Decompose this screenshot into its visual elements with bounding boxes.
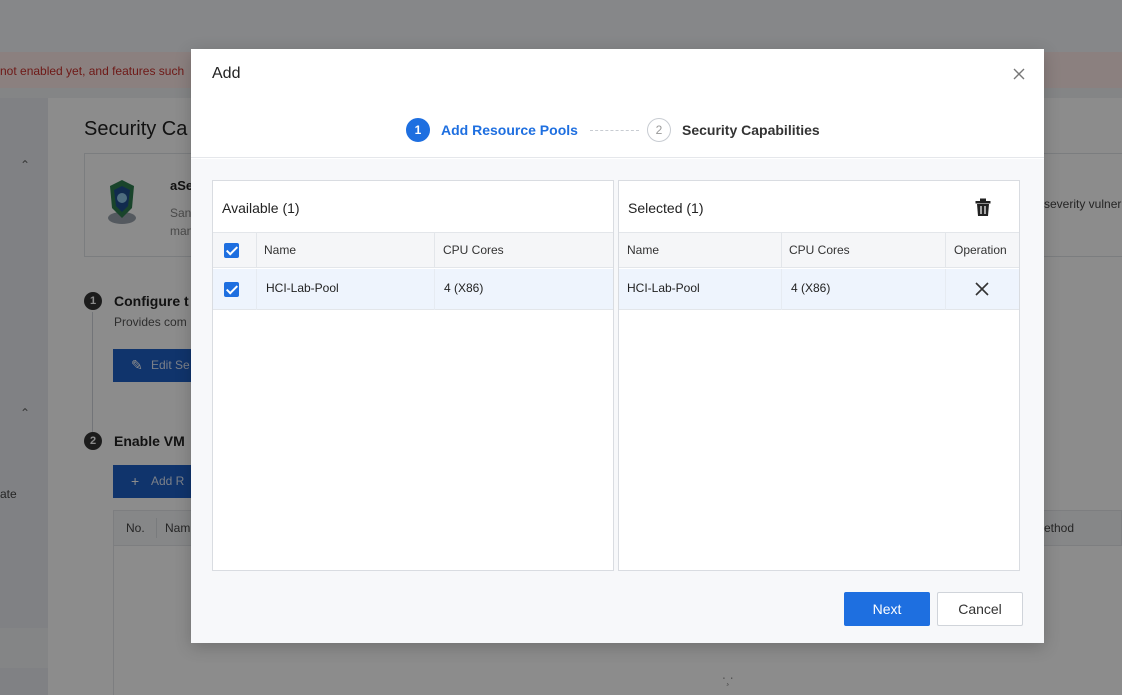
pool-cpu-cores: 4 (X86) bbox=[444, 281, 484, 295]
cell-divider bbox=[434, 269, 435, 310]
column-header-operation: Operation bbox=[954, 243, 1007, 257]
column-header-name: Name bbox=[264, 243, 297, 257]
selected-count-label: Selected (1) bbox=[628, 200, 704, 216]
column-header-name: Name bbox=[627, 243, 660, 257]
remove-icon[interactable] bbox=[975, 282, 989, 296]
selected-table-header: Name CPU Cores Operation bbox=[619, 233, 1019, 268]
selected-panel-header: Selected (1) bbox=[619, 181, 1019, 233]
cancel-button[interactable]: Cancel bbox=[937, 592, 1023, 626]
pool-name: HCI-Lab-Pool bbox=[627, 281, 700, 295]
dialog-title: Add bbox=[212, 65, 241, 82]
step-label: Add Resource Pools bbox=[441, 122, 578, 138]
step-number: 2 bbox=[647, 118, 671, 142]
pool-name: HCI-Lab-Pool bbox=[266, 281, 339, 295]
column-divider bbox=[945, 233, 946, 268]
row-checkbox[interactable] bbox=[224, 282, 239, 297]
column-header-cpu-cores: CPU Cores bbox=[789, 243, 850, 257]
pool-cpu-cores: 4 (X86) bbox=[791, 281, 831, 295]
step-label: Security Capabilities bbox=[682, 122, 820, 138]
column-divider bbox=[781, 233, 782, 268]
table-row: HCI-Lab-Pool 4 (X86) bbox=[619, 269, 1019, 310]
step-add-resource-pools[interactable]: 1 Add Resource Pools bbox=[406, 118, 578, 142]
cell-divider bbox=[256, 269, 257, 310]
available-panel-header: Available (1) bbox=[213, 181, 613, 233]
add-dialog: Add 1 Add Resource Pools 2 Security Capa… bbox=[191, 49, 1044, 643]
step-connector bbox=[590, 130, 639, 131]
table-row[interactable]: HCI-Lab-Pool 4 (X86) bbox=[213, 269, 613, 310]
available-table-header: Name CPU Cores bbox=[213, 233, 613, 268]
wizard-steps: 1 Add Resource Pools 2 Security Capabili… bbox=[191, 107, 1044, 158]
trash-icon[interactable] bbox=[975, 198, 991, 216]
step-number: 1 bbox=[406, 118, 430, 142]
column-divider bbox=[256, 233, 257, 268]
next-button[interactable]: Next bbox=[844, 592, 930, 626]
column-divider bbox=[434, 233, 435, 268]
close-icon[interactable] bbox=[1009, 64, 1029, 84]
selected-panel: Selected (1) Name CPU Cores Operation HC… bbox=[618, 180, 1020, 571]
cell-divider bbox=[781, 269, 782, 310]
cell-divider bbox=[945, 269, 946, 310]
available-panel: Available (1) Name CPU Cores HCI-Lab-Poo… bbox=[212, 180, 614, 571]
step-security-capabilities[interactable]: 2 Security Capabilities bbox=[647, 118, 820, 142]
select-all-checkbox[interactable] bbox=[224, 243, 239, 258]
column-header-cpu-cores: CPU Cores bbox=[443, 243, 504, 257]
available-count-label: Available (1) bbox=[222, 200, 300, 216]
